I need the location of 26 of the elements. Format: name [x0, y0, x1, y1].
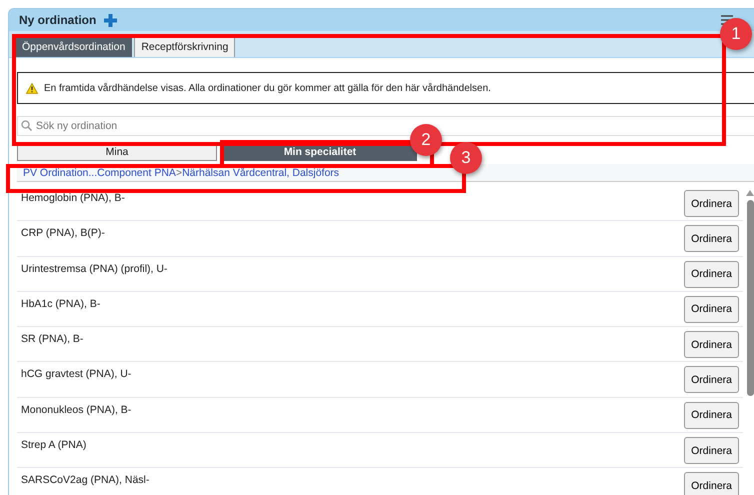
order-name: Strep A (PNA): [21, 439, 86, 452]
warning-text: En framtida vårdhändelse visas. Alla ordinationer du gör kommer att gälla för den här vårdhändelsen.: [44, 82, 491, 94]
order-button[interactable]: Ordinera: [684, 190, 739, 217]
order-name: Hemoglobin (PNA), B-: [21, 192, 125, 204]
breadcrumb-link[interactable]: Närhälsan Vårdcentral, Dalsjöfors: [182, 166, 340, 178]
order-name: HbA1c (PNA), B-: [21, 298, 100, 310]
order-name: Mononukleos (PNA), B-: [21, 404, 132, 416]
order-button[interactable]: Ordinera: [684, 225, 739, 252]
warning-icon: [26, 82, 38, 94]
order-button[interactable]: Ordinera: [684, 437, 739, 464]
order-button[interactable]: Ordinera: [684, 331, 739, 358]
order-button[interactable]: Ordinera: [684, 260, 739, 288]
order-name: hCG gravtest (PNA), U-: [21, 368, 132, 380]
panel-title: Ny ordination: [19, 13, 96, 27]
scroll-up-icon[interactable]: [746, 190, 754, 196]
order-name: SR (PNA), B-: [21, 333, 84, 346]
breadcrumb-link[interactable]: PV Ordination...Component PNA: [23, 166, 176, 178]
order-button[interactable]: Ordinera: [684, 366, 739, 394]
breadcrumb-separator: >: [176, 166, 182, 178]
order-name: Urintestremsa (PNA) (profil), U-: [21, 262, 168, 275]
order-button[interactable]: Ordinera: [684, 472, 739, 495]
order-button[interactable]: Ordinera: [684, 296, 739, 323]
order-name: SARSCoV2ag (PNA), Näsl-: [21, 474, 150, 486]
order-name: CRP (PNA), B(P)-: [21, 227, 105, 240]
plus-icon[interactable]: [104, 14, 118, 26]
order-button[interactable]: Ordinera: [684, 402, 739, 429]
